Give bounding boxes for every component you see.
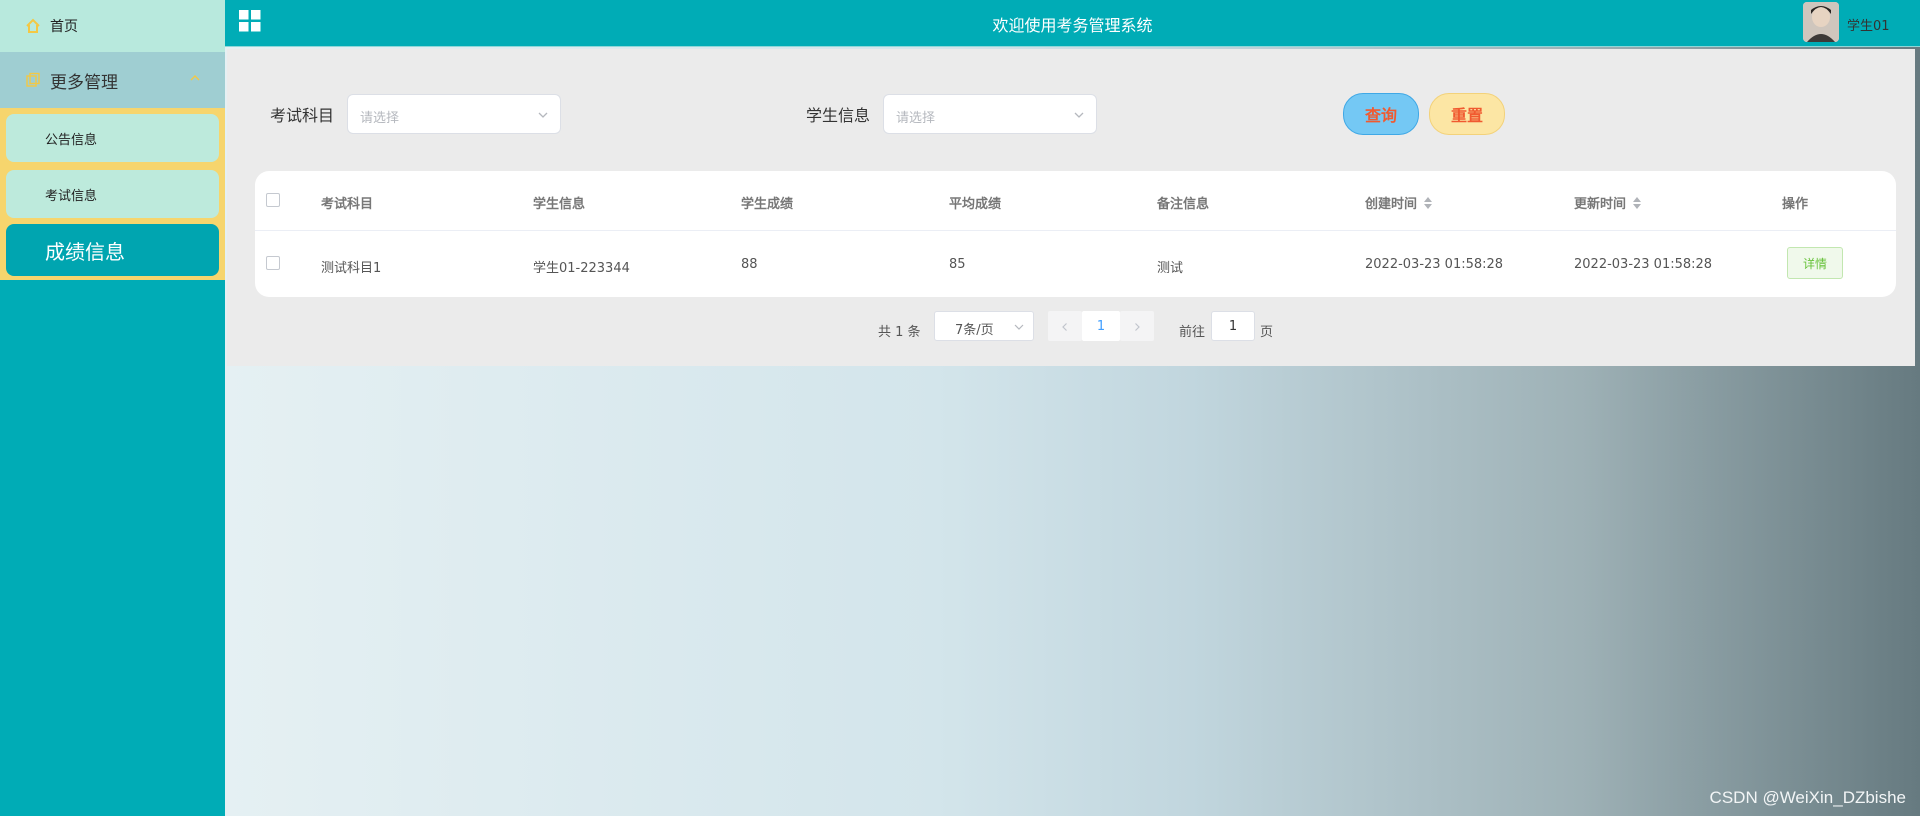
chevron-right-icon (1132, 317, 1142, 336)
page-number-current[interactable]: 1 (1082, 311, 1120, 341)
next-page-button[interactable] (1120, 311, 1154, 341)
sidebar-item-label: 公告信息 (45, 132, 98, 148)
goto-label: 前往 (1179, 325, 1206, 340)
column-header-student: 学生信息 (533, 197, 586, 212)
chevron-down-icon (536, 108, 550, 122)
page-suffix-label: 页 (1260, 325, 1274, 340)
watermark: CSDN @WeiXin_DZbishe (1709, 788, 1906, 807)
scores-table: 考试科目 学生信息 学生成绩 平均成绩 备注信息 创建时间 更新时间 操作 测试… (255, 171, 1896, 297)
cell-created: 2022-03-23 01:58:28 (1365, 257, 1504, 272)
goto-page-input[interactable] (1211, 311, 1255, 341)
sidebar-item-label: 首页 (50, 19, 78, 35)
chevron-left-icon (1060, 317, 1070, 336)
student-select-placeholder: 请选择 (896, 111, 936, 126)
sidebar-item-announcements[interactable]: 公告信息 (6, 114, 219, 162)
select-all-checkbox[interactable] (266, 193, 280, 207)
sidebar-item-exams[interactable]: 考试信息 (6, 170, 219, 218)
copy-icon (24, 71, 42, 89)
submenu: 公告信息 考试信息 成绩信息 (0, 108, 225, 280)
column-header-score: 学生成绩 (741, 197, 794, 212)
table-row: 测试科目1 学生01-223344 88 85 测试 2022-03-23 01… (255, 231, 1896, 297)
chevron-down-icon (1013, 321, 1025, 333)
sidebar-item-scores[interactable]: 成绩信息 (6, 224, 219, 276)
content-panel: 考试科目 请选择 学生信息 请选择 查询 重置 考试科目 学生信息 学生成绩 平… (227, 49, 1915, 366)
query-button[interactable]: 查询 (1343, 93, 1419, 135)
column-header-label: 创建时间 (1365, 197, 1418, 212)
subject-select-placeholder: 请选择 (360, 111, 400, 126)
sidebar-item-label: 考试信息 (45, 188, 98, 204)
cell-score: 88 (741, 257, 758, 272)
detail-button[interactable]: 详情 (1787, 247, 1843, 279)
student-select[interactable]: 请选择 (883, 94, 1097, 134)
cell-remark: 测试 (1157, 261, 1184, 276)
student-filter-label: 学生信息 (806, 106, 871, 125)
sidebar-group-more-management[interactable]: 更多管理 (0, 52, 225, 108)
sidebar-item-home[interactable]: 首页 (0, 0, 225, 52)
top-header: 欢迎使用考务管理系统 学生01 (225, 0, 1920, 47)
sort-icon[interactable] (1423, 196, 1433, 210)
column-header-average: 平均成绩 (949, 197, 1002, 212)
column-header-action: 操作 (1782, 197, 1809, 212)
page-title: 欢迎使用考务管理系统 (992, 16, 1153, 35)
home-icon (24, 17, 42, 35)
subject-filter-label: 考试科目 (270, 106, 335, 125)
chevron-up-icon (187, 70, 203, 86)
chevron-down-icon (1072, 108, 1086, 122)
cell-average: 85 (949, 257, 966, 272)
prev-page-button[interactable] (1048, 311, 1082, 341)
sort-icon[interactable] (1632, 196, 1642, 210)
table-header: 考试科目 学生信息 学生成绩 平均成绩 备注信息 创建时间 更新时间 操作 (255, 171, 1896, 231)
column-header-subject: 考试科目 (321, 197, 374, 212)
cell-subject: 测试科目1 (321, 261, 382, 276)
page-size-value: 7条/页 (955, 323, 994, 338)
column-header-label: 更新时间 (1574, 197, 1627, 212)
row-checkbox[interactable] (266, 256, 280, 270)
column-header-created[interactable]: 创建时间 (1365, 193, 1433, 212)
cell-student: 学生01-223344 (533, 261, 630, 276)
column-header-remark: 备注信息 (1157, 197, 1210, 212)
sidebar-group-label: 更多管理 (50, 72, 118, 93)
avatar[interactable] (1803, 2, 1839, 42)
cell-updated: 2022-03-23 01:58:28 (1574, 257, 1713, 272)
main-content: 考试科目 请选择 学生信息 请选择 查询 重置 考试科目 学生信息 学生成绩 平… (225, 47, 1920, 816)
page-size-select[interactable]: 7条/页 (934, 311, 1034, 341)
sidebar: 首页 更多管理 公告信息 考试信息 成绩信息 (0, 0, 225, 816)
username[interactable]: 学生01 (1847, 15, 1890, 34)
subject-select[interactable]: 请选择 (347, 94, 561, 134)
pagination-total: 共 1 条 (878, 325, 921, 340)
reset-button[interactable]: 重置 (1429, 93, 1505, 135)
sidebar-item-label: 成绩信息 (45, 239, 125, 264)
column-header-updated[interactable]: 更新时间 (1574, 193, 1642, 212)
